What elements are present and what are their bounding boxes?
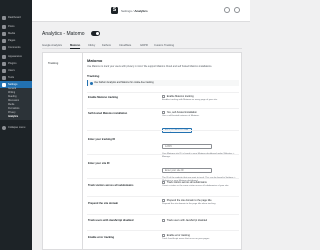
media-icon: [2, 31, 6, 36]
brush-icon: [2, 54, 6, 59]
checkbox-box[interactable]: [162, 219, 166, 223]
site-id-input[interactable]: [162, 168, 212, 173]
tab-gdpr[interactable]: GDPR: [140, 43, 148, 49]
sidebar-item-media[interactable]: Media: [0, 30, 32, 37]
tracking-heading: Tracking: [87, 74, 100, 78]
collapse-icon: [2, 125, 6, 130]
settings-subnav: Tracking: [43, 53, 83, 250]
setting-label: Enter your tracking ID: [88, 138, 116, 141]
setting-row-site-id: Enter your site ID The ID of the website…: [87, 154, 239, 182]
checkbox-box[interactable]: [162, 181, 166, 185]
error-tracking-checkbox[interactable]: Enable error tracking: [162, 234, 239, 238]
wrench-icon: [2, 75, 6, 80]
info-icon: [89, 81, 93, 85]
self-hosted-checkbox[interactable]: Yes, self-hosted installation: [162, 111, 239, 115]
enable-tracking-checkbox[interactable]: Enable Matomo tracking: [162, 95, 239, 99]
plugin-logo: S: [111, 7, 118, 14]
setting-label: Track users with JavaScript disabled: [88, 219, 134, 222]
setting-row-prepend-domain: Prepend the site domain Prepend the site…: [87, 196, 239, 212]
tab-matomo[interactable]: Matomo: [70, 43, 81, 49]
sidebar-item-pages[interactable]: Pages: [0, 37, 32, 44]
setting-help: Enables tracking with Matomo on every pa…: [162, 98, 218, 101]
page-icon: [2, 38, 6, 43]
collapse-menu-button[interactable]: Collapse menu: [0, 124, 32, 131]
prepend-domain-checkbox[interactable]: Prepend the site domain to the page titl…: [162, 199, 239, 203]
tab-cloudflare[interactable]: Cloudflare: [119, 43, 131, 49]
settings-content: Matomo Use Matomo to track your users wi…: [87, 53, 240, 250]
no-js-checkbox[interactable]: Track users with JavaScript disabled: [162, 219, 239, 223]
setting-help: Prepend the site domain to the page titl…: [162, 202, 216, 205]
breadcrumb-current: Analytics: [134, 8, 148, 13]
setting-label: Prepend the site domain: [88, 202, 119, 205]
admin-sidebar: Dashboard Posts Media Pages Comments App…: [0, 0, 32, 250]
breadcrumb-parent[interactable]: Settings: [121, 9, 132, 13]
section-description: Use Matomo to track your users with priv…: [87, 65, 213, 68]
sidebar-item-plugins[interactable]: Plugins: [0, 60, 32, 67]
setting-row-tracking-id: Enter your tracking ID Your Matomo site …: [87, 130, 239, 158]
setting-help: Use a self-hosted instance of Matomo.: [162, 114, 200, 117]
setting-row-no-js: Track users with JavaScript disabled Tra…: [87, 214, 239, 228]
tab-custom-tracking[interactable]: Custom Tracking: [154, 43, 174, 49]
setting-label: Track visitors across all subdomains: [88, 184, 134, 187]
checkbox-box[interactable]: [162, 199, 166, 203]
sidebar-item-settings[interactable]: Settings: [0, 81, 32, 88]
setting-label: Enter your site ID: [88, 162, 110, 165]
section-heading: Matomo: [87, 58, 103, 63]
setting-row-self-hosted: Self-hosted Matomo installation Yes, sel…: [87, 108, 239, 134]
setting-label: Enable Matomo tracking: [88, 96, 118, 99]
subdomains-checkbox[interactable]: Track visitors across all subdomains: [162, 181, 239, 185]
plugin-icon: [2, 61, 6, 66]
tab-clicky[interactable]: Clicky: [88, 43, 95, 49]
sidebar-item-appearance[interactable]: Appearance: [0, 53, 32, 60]
setting-row-error-tracking: Enable error tracking Enable error track…: [87, 230, 239, 248]
setting-row-enable: Enable Matomo tracking Enable Matomo tra…: [87, 92, 239, 106]
tracking-id-input[interactable]: [162, 144, 212, 149]
setting-row-subdomains: Track visitors across all subdomains Tra…: [87, 178, 239, 194]
sidebar-item-dashboard[interactable]: Dashboard: [0, 14, 32, 21]
tab-google-analytics[interactable]: Google Analytics: [42, 43, 62, 49]
sidebar-item-tools[interactable]: Tools: [0, 74, 32, 81]
pin-icon: [2, 24, 6, 29]
setting-label: Self-hosted Matomo installation: [88, 112, 128, 115]
dashboard-icon: [2, 15, 6, 20]
comment-icon: [2, 45, 6, 50]
submenu-analytics[interactable]: Analytics: [0, 116, 32, 120]
matomo-enable-toggle[interactable]: [91, 31, 100, 36]
plugin-header: S Settings / Analytics: [32, 0, 250, 22]
setting-label: Enable error tracking: [88, 236, 115, 239]
breadcrumb: Settings / Analytics: [121, 9, 148, 13]
checkbox-box[interactable]: [162, 95, 166, 99]
settings-icon: [2, 82, 6, 87]
info-notice: Use Fathom Analytics and Matomo for cook…: [87, 80, 239, 86]
sidebar-item-comments[interactable]: Comments: [0, 44, 32, 51]
sidebar-item-posts[interactable]: Posts: [0, 23, 32, 30]
help-icon[interactable]: [224, 7, 230, 13]
sidebar-item-users[interactable]: Users: [0, 67, 32, 74]
checkbox-box[interactable]: [162, 234, 166, 238]
checkbox-box[interactable]: [162, 111, 166, 115]
setting-help: Count a visitor as the same visitor acro…: [162, 184, 229, 187]
subnav-tracking[interactable]: Tracking: [43, 61, 83, 66]
tab-fathom[interactable]: Fathom: [102, 43, 111, 49]
account-icon[interactable]: [234, 7, 240, 13]
settings-card: Tracking Matomo Use Matomo to track your…: [42, 52, 242, 250]
setting-help: Track JavaScript errors that occur on yo…: [162, 237, 210, 240]
page-title: Analytics - Matomo: [42, 31, 85, 37]
users-icon: [2, 68, 6, 73]
analytics-tabs: Google Analytics Matomo Clicky Fathom Cl…: [42, 43, 242, 49]
